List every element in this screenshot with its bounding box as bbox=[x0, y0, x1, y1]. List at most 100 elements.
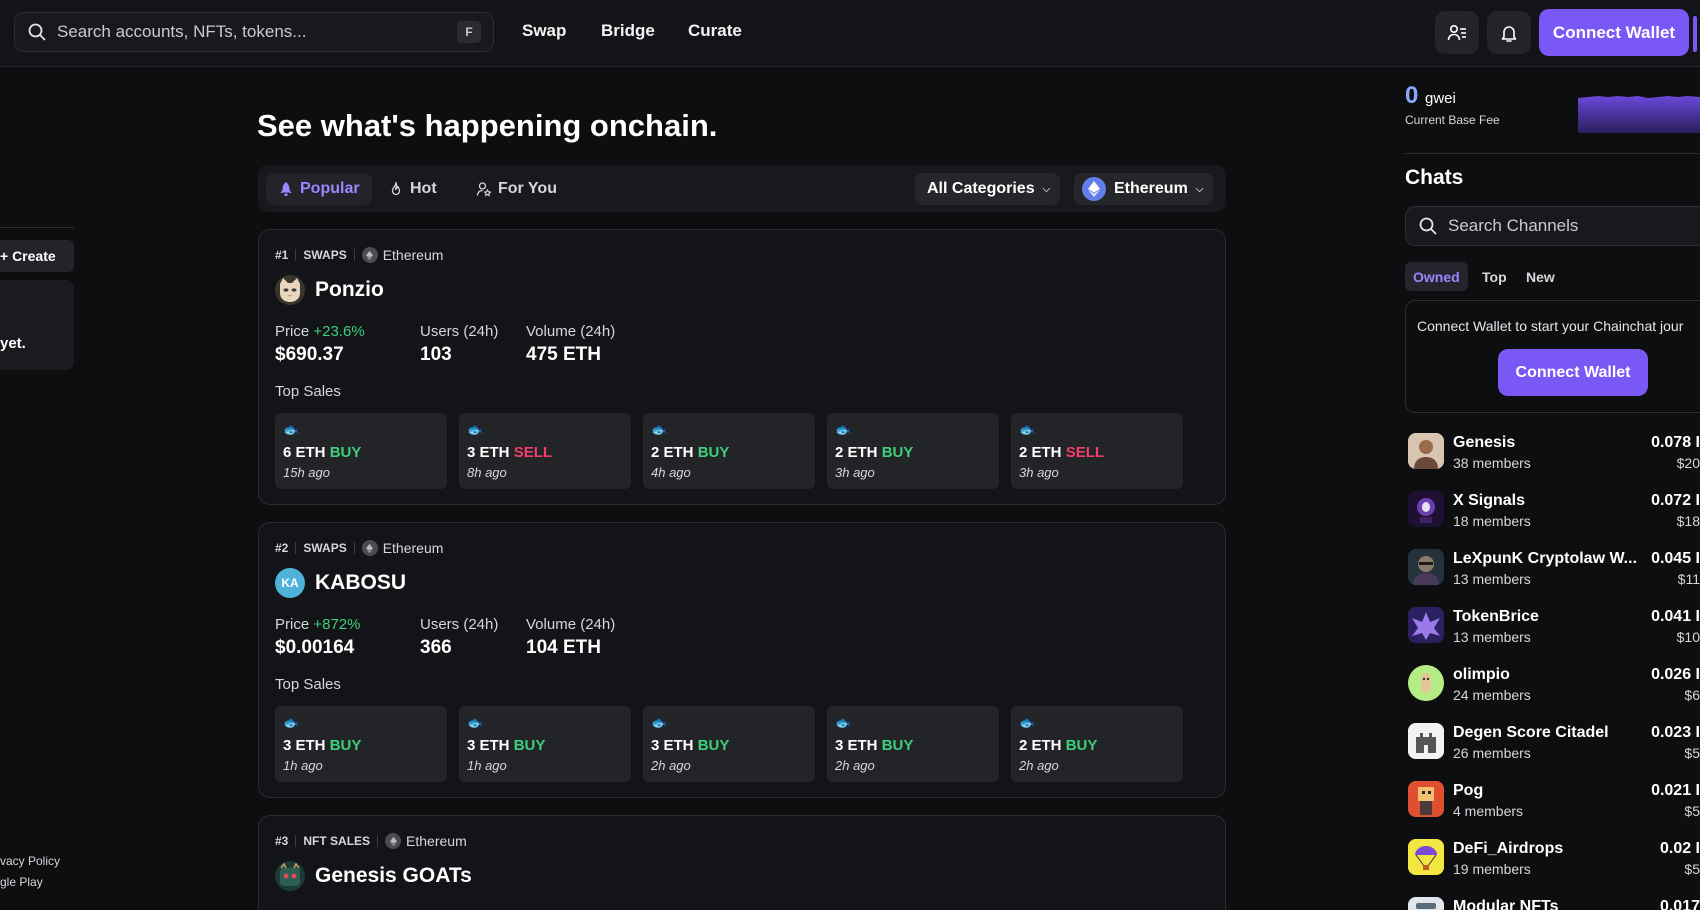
tab-top[interactable]: Top bbox=[1474, 262, 1515, 291]
edge-accent bbox=[1693, 16, 1697, 52]
volume-value: 475 ETH bbox=[526, 344, 601, 365]
ethereum-icon bbox=[385, 833, 402, 849]
privacy-policy-link[interactable]: vacy Policy bbox=[0, 854, 60, 868]
card-title-row[interactable]: Genesis GOATs bbox=[275, 861, 472, 891]
sale-tile[interactable]: 🐟 2 ETH BUY 3h ago bbox=[827, 413, 999, 489]
price-value: $0.00164 bbox=[275, 637, 355, 658]
chat-members: 18 members bbox=[1453, 513, 1531, 529]
tab-owned[interactable]: Owned bbox=[1405, 262, 1468, 291]
search-icon bbox=[1419, 217, 1437, 235]
page-title: See what's happening onchain. bbox=[257, 108, 718, 143]
chat-item[interactable]: Degen Score Citadel 26 members 0.023 I $… bbox=[1408, 718, 1700, 768]
chat-item[interactable]: LeXpunK Cryptolaw W... 13 members 0.045 … bbox=[1408, 544, 1700, 594]
rocket-icon bbox=[280, 182, 292, 196]
feed-card[interactable]: #3 NFT SALES Ethereum Genesis GOATs bbox=[258, 815, 1226, 910]
chat-item[interactable]: DeFi_Airdrops 19 members 0.02 I $5 bbox=[1408, 834, 1700, 884]
chevron-down-icon: ⌵ bbox=[1042, 183, 1051, 195]
tab-for-you[interactable]: For You bbox=[464, 173, 569, 205]
chat-price: 0.078 I bbox=[1651, 434, 1700, 451]
left-card-text: yet. bbox=[0, 335, 26, 352]
card-meta: #2 SWAPS Ethereum bbox=[275, 540, 443, 556]
nav-swap[interactable]: Swap bbox=[522, 21, 566, 41]
fish-icon: 🐟 bbox=[283, 422, 300, 437]
sidebar-connect-wallet-button[interactable]: Connect Wallet bbox=[1498, 349, 1648, 396]
chat-item[interactable]: Modular NFTs 0.017 bbox=[1408, 892, 1700, 910]
chat-item[interactable]: TokenBrice 13 members 0.041 I $10 bbox=[1408, 602, 1700, 652]
chat-price: 0.072 I bbox=[1651, 492, 1700, 509]
ethereum-icon bbox=[1082, 177, 1106, 201]
sale-tile[interactable]: 🐟 3 ETH SELL 8h ago bbox=[459, 413, 631, 489]
sale-tile[interactable]: 🐟 2 ETH SELL 3h ago bbox=[1011, 413, 1183, 489]
chat-usd: $20 bbox=[1676, 455, 1700, 471]
sale-tile[interactable]: 🐟 3 ETH BUY 2h ago bbox=[827, 706, 999, 782]
sale-tile[interactable]: 🐟 3 ETH BUY 2h ago bbox=[643, 706, 815, 782]
sale-time: 3h ago bbox=[1019, 465, 1059, 480]
card-title-row[interactable]: KA KABOSU bbox=[275, 568, 406, 598]
sale-side: SELL bbox=[513, 444, 553, 461]
category-dropdown-value: All Categories bbox=[927, 180, 1035, 197]
sale-tile[interactable]: 🐟 3 ETH BUY 1h ago bbox=[459, 706, 631, 782]
sale-amount: 2 ETH bbox=[1019, 737, 1062, 754]
nav-bridge[interactable]: Bridge bbox=[601, 21, 655, 41]
chat-item[interactable]: Pog 4 members 0.021 I $5 bbox=[1408, 776, 1700, 826]
price-label: Price bbox=[275, 323, 310, 340]
sale-tile[interactable]: 🐟 2 ETH BUY 4h ago bbox=[643, 413, 815, 489]
google-play-link[interactable]: gle Play bbox=[0, 875, 43, 889]
global-search-input[interactable]: Search accounts, NFTs, tokens... F bbox=[14, 12, 494, 52]
chat-price: 0.041 I bbox=[1651, 608, 1700, 625]
chat-name: DeFi_Airdrops bbox=[1453, 840, 1564, 857]
card-meta: #3 NFT SALES Ethereum bbox=[275, 833, 467, 849]
chat-name: X Signals bbox=[1453, 492, 1526, 509]
create-button[interactable]: + Create bbox=[0, 240, 74, 272]
notifications-button[interactable] bbox=[1487, 11, 1531, 54]
connect-wallet-button[interactable]: Connect Wallet bbox=[1539, 9, 1689, 56]
chat-price: 0.026 I bbox=[1651, 666, 1700, 683]
users-value: 103 bbox=[420, 344, 452, 365]
sale-side: BUY bbox=[1065, 737, 1098, 754]
sale-time: 1h ago bbox=[467, 758, 507, 773]
top-sales-label: Top Sales bbox=[275, 676, 341, 693]
chat-usd: $5 bbox=[1684, 745, 1700, 761]
channel-search-input[interactable]: Search Channels bbox=[1405, 206, 1700, 246]
contacts-button[interactable] bbox=[1435, 11, 1479, 54]
chat-item[interactable]: olimpio 24 members 0.026 I $6 bbox=[1408, 660, 1700, 710]
meta-separator bbox=[295, 542, 297, 554]
feed-card[interactable]: #1 SWAPS Ethereum Ponzio Price +23.6% $6… bbox=[258, 229, 1226, 505]
users-stat: Users (24h) 366 bbox=[420, 616, 498, 659]
sale-amount: 3 ETH bbox=[467, 444, 510, 461]
sale-tile[interactable]: 🐟 6 ETH BUY 15h ago bbox=[275, 413, 447, 489]
sale-time: 4h ago bbox=[651, 465, 691, 480]
sale-amount: 3 ETH bbox=[467, 737, 510, 754]
sale-tile[interactable]: 🐟 3 ETH BUY 1h ago bbox=[275, 706, 447, 782]
tab-hot[interactable]: Hot bbox=[376, 173, 449, 205]
sale-side: BUY bbox=[881, 737, 914, 754]
chat-item[interactable]: X Signals 18 members 0.072 I $18 bbox=[1408, 486, 1700, 536]
sale-tile[interactable]: 🐟 2 ETH BUY 2h ago bbox=[1011, 706, 1183, 782]
volume-stat: Volume (24h) 475 ETH bbox=[526, 323, 615, 366]
nav-curate[interactable]: Curate bbox=[688, 21, 742, 41]
channel-search-placeholder: Search Channels bbox=[1448, 216, 1579, 235]
price-stat: Price +872% $0.00164 bbox=[275, 616, 360, 659]
volume-label: Volume (24h) bbox=[526, 323, 616, 340]
chain-dropdown[interactable]: Ethereum ⌵ bbox=[1074, 173, 1214, 205]
card-title-row[interactable]: Ponzio bbox=[275, 275, 384, 305]
sale-time: 15h ago bbox=[283, 465, 330, 480]
sale-side: BUY bbox=[881, 444, 914, 461]
tab-popular[interactable]: Popular bbox=[266, 173, 372, 205]
token-name: Ponzio bbox=[315, 278, 384, 301]
category-dropdown[interactable]: All Categories ⌵ bbox=[915, 173, 1061, 205]
meta-separator bbox=[295, 249, 297, 261]
card-rank: #3 bbox=[275, 834, 289, 848]
fish-icon: 🐟 bbox=[467, 422, 484, 437]
sidebar-divider bbox=[1405, 153, 1700, 154]
left-divider bbox=[0, 227, 74, 228]
feed-card[interactable]: #2 SWAPS Ethereum KA KABOSU Price +872% … bbox=[258, 522, 1226, 798]
chat-item[interactable]: Genesis 38 members 0.078 I $20 bbox=[1408, 428, 1700, 478]
card-chain: Ethereum bbox=[406, 833, 467, 849]
chat-members: 4 members bbox=[1453, 803, 1524, 819]
chat-usd: $11 bbox=[1677, 571, 1700, 587]
tab-new[interactable]: New bbox=[1518, 262, 1563, 291]
users-value: 366 bbox=[420, 637, 452, 658]
left-empty-card: yet. bbox=[0, 280, 74, 370]
gas-unit: gwei bbox=[1425, 90, 1456, 107]
